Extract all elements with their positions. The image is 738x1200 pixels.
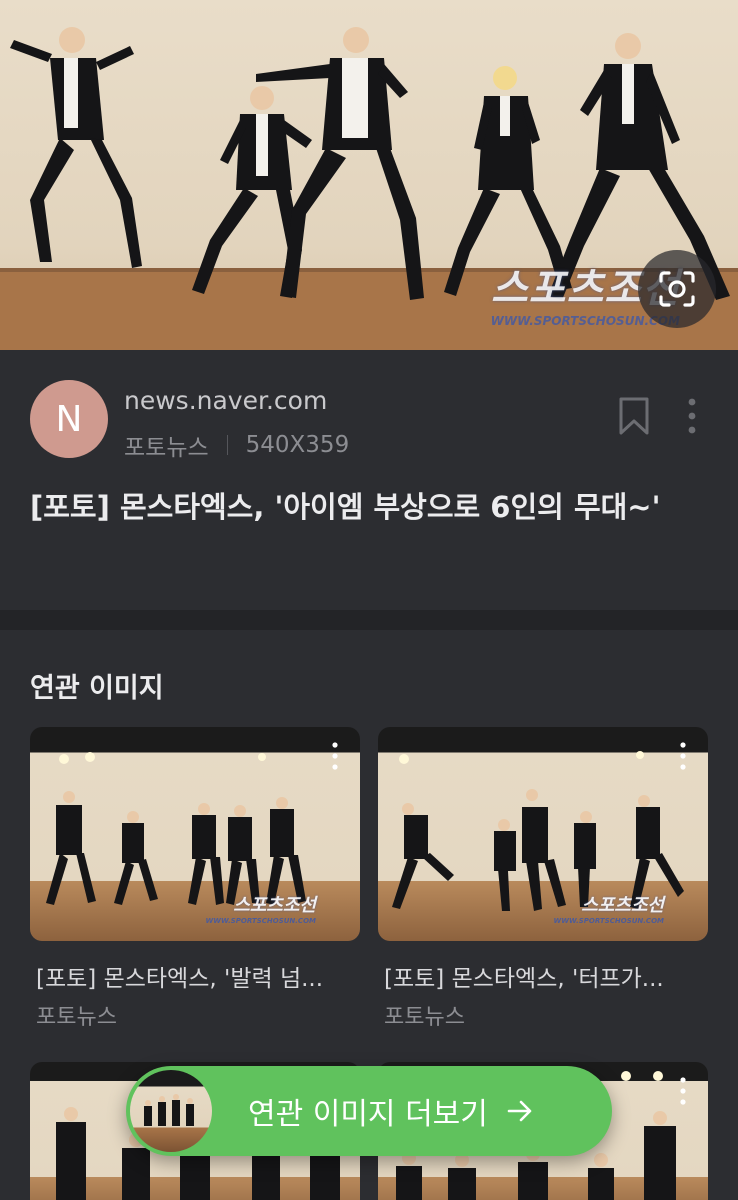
image-search-lens-button[interactable] (638, 250, 716, 328)
thumbnail-watermark: 스포츠조선 WWW.SPORTSCHOSUN.COM (206, 891, 316, 925)
arrow-right-icon (507, 1100, 532, 1122)
card-more-icon[interactable] (678, 1076, 688, 1106)
related-thumbnail[interactable]: 스포츠조선 WWW.SPORTSCHOSUN.COM (378, 727, 708, 941)
related-card[interactable]: 스포츠조선 WWW.SPORTSCHOSUN.COM [포토] 몬스타엑스, '… (30, 727, 360, 1031)
section-divider (0, 610, 738, 630)
related-card[interactable]: 스포츠조선 WWW.SPORTSCHOSUN.COM [포토] 몬스타엑스, '… (378, 727, 708, 1031)
more-related-images-button[interactable]: 연관 이미지 더보기 (126, 1066, 612, 1156)
watermark-text: 스포츠조선 (233, 895, 316, 916)
thumbnail-photo (144, 1094, 194, 1126)
more-button-thumbnail (130, 1070, 212, 1152)
bookmark-icon[interactable] (618, 396, 650, 436)
related-category: 포토뉴스 (36, 1005, 117, 1030)
thumbnail-watermark: 스포츠조선 WWW.SPORTSCHOSUN.COM (554, 891, 664, 925)
meta-divider (226, 435, 228, 455)
more-button-label: 연관 이미지 더보기 (248, 1097, 488, 1132)
watermark-text: 스포츠조선 (581, 895, 664, 916)
related-heading: 연관 이미지 (30, 673, 164, 704)
card-more-icon[interactable] (330, 741, 340, 771)
more-options-icon[interactable] (680, 396, 704, 436)
image-dimensions: 540X359 (245, 432, 350, 458)
source-meta: 포토뉴스 540X359 (124, 428, 349, 462)
source-avatar[interactable]: N (30, 380, 108, 458)
lens-icon (659, 271, 695, 307)
hero-image[interactable]: 스포츠조선 WWW.SPORTSCHOSUN.COM (0, 0, 738, 350)
related-thumbnail[interactable]: 스포츠조선 WWW.SPORTSCHOSUN.COM (30, 727, 360, 941)
related-caption[interactable]: [포토] 몬스타엑스, '터프가... (378, 959, 708, 993)
related-category: 포토뉴스 (384, 1005, 465, 1030)
image-title[interactable]: [포토] 몬스타엑스, '아이엠 부상으로 6인의 무대~' (30, 486, 720, 528)
source-info-section: N news.naver.com 포토뉴스 540X359 [포토] 몬스타엑스… (0, 350, 738, 610)
source-domain[interactable]: news.naver.com (124, 386, 327, 415)
watermark-url: WWW.SPORTSCHOSUN.COM (553, 917, 664, 925)
card-more-icon[interactable] (678, 741, 688, 771)
source-category: 포토뉴스 (124, 435, 209, 461)
related-caption[interactable]: [포토] 몬스타엑스, '발력 넘... (30, 959, 360, 993)
watermark-url: WWW.SPORTSCHOSUN.COM (205, 917, 316, 925)
